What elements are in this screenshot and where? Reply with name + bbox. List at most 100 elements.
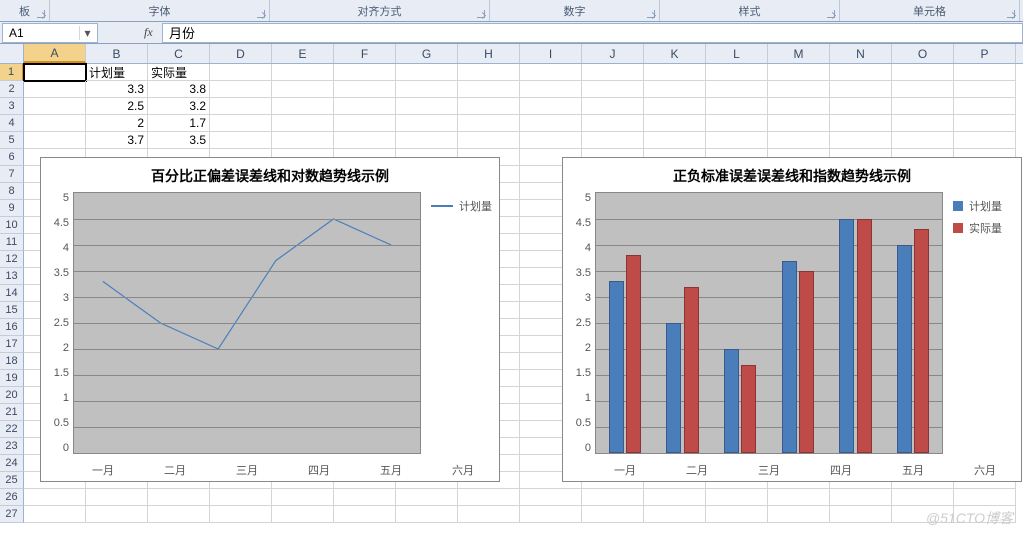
cell[interactable] <box>24 81 86 98</box>
cell[interactable] <box>272 506 334 523</box>
cell[interactable] <box>706 506 768 523</box>
cell[interactable] <box>272 81 334 98</box>
cell[interactable] <box>768 98 830 115</box>
dialog-launcher-icon[interactable] <box>37 10 45 18</box>
cell[interactable] <box>458 115 520 132</box>
column-header[interactable]: A <box>24 44 86 63</box>
cell[interactable] <box>892 489 954 506</box>
worksheet-grid[interactable]: 1计划量实际量23.33.832.53.2421.753.73.56789101… <box>0 64 1023 534</box>
cell[interactable] <box>458 506 520 523</box>
cell[interactable] <box>396 506 458 523</box>
cell[interactable] <box>644 489 706 506</box>
cell[interactable] <box>520 489 582 506</box>
row-header[interactable]: 7 <box>0 166 24 183</box>
row-header[interactable]: 26 <box>0 489 24 506</box>
cell[interactable] <box>24 98 86 115</box>
cell[interactable] <box>892 98 954 115</box>
row-header[interactable]: 18 <box>0 353 24 370</box>
row-header[interactable]: 3 <box>0 98 24 115</box>
cell[interactable] <box>210 81 272 98</box>
ribbon-group[interactable]: 数字 <box>490 0 660 21</box>
cell[interactable] <box>396 64 458 81</box>
cell[interactable] <box>520 64 582 81</box>
cell[interactable] <box>396 132 458 149</box>
cell[interactable] <box>768 132 830 149</box>
row-header[interactable]: 23 <box>0 438 24 455</box>
dialog-launcher-icon[interactable] <box>477 10 485 18</box>
cell[interactable] <box>582 81 644 98</box>
cell[interactable] <box>706 115 768 132</box>
row-header[interactable]: 14 <box>0 285 24 302</box>
cell[interactable]: 3.2 <box>148 98 210 115</box>
name-box-input[interactable] <box>3 26 79 40</box>
row-header[interactable]: 16 <box>0 319 24 336</box>
column-header[interactable]: L <box>706 44 768 63</box>
cell[interactable] <box>272 64 334 81</box>
cell[interactable] <box>272 489 334 506</box>
cell[interactable] <box>830 132 892 149</box>
cell[interactable] <box>334 489 396 506</box>
dialog-launcher-icon[interactable] <box>647 10 655 18</box>
column-header[interactable]: B <box>86 44 148 63</box>
column-header[interactable]: C <box>148 44 210 63</box>
cell[interactable]: 3.7 <box>86 132 148 149</box>
cell[interactable] <box>334 132 396 149</box>
dialog-launcher-icon[interactable] <box>1007 10 1015 18</box>
row-header[interactable]: 2 <box>0 81 24 98</box>
dialog-launcher-icon[interactable] <box>257 10 265 18</box>
row-header[interactable]: 17 <box>0 336 24 353</box>
row-header[interactable]: 24 <box>0 455 24 472</box>
cell[interactable] <box>830 81 892 98</box>
cell[interactable] <box>334 506 396 523</box>
cell[interactable] <box>706 81 768 98</box>
cell[interactable] <box>706 98 768 115</box>
column-header[interactable]: I <box>520 44 582 63</box>
cell[interactable] <box>210 506 272 523</box>
chart-bar[interactable]: 正负标准误差误差线和指数趋势线示例 54.543.532.521.510.50 … <box>562 157 1022 482</box>
cell[interactable] <box>892 115 954 132</box>
cell[interactable] <box>954 489 1016 506</box>
cell[interactable] <box>644 115 706 132</box>
row-header[interactable]: 11 <box>0 234 24 251</box>
row-header[interactable]: 15 <box>0 302 24 319</box>
cell[interactable] <box>830 506 892 523</box>
column-header[interactable]: G <box>396 44 458 63</box>
row-header[interactable]: 5 <box>0 132 24 149</box>
cell[interactable] <box>582 506 644 523</box>
row-header[interactable]: 9 <box>0 200 24 217</box>
cell[interactable] <box>706 64 768 81</box>
cell[interactable] <box>954 64 1016 81</box>
column-header[interactable]: H <box>458 44 520 63</box>
cell[interactable] <box>520 132 582 149</box>
column-header[interactable]: O <box>892 44 954 63</box>
cell[interactable] <box>520 506 582 523</box>
select-all-corner[interactable] <box>0 44 24 63</box>
cell[interactable]: 3.5 <box>148 132 210 149</box>
formula-input[interactable]: 月份 <box>162 23 1023 43</box>
cell[interactable] <box>954 98 1016 115</box>
cell[interactable] <box>644 64 706 81</box>
cell[interactable] <box>520 115 582 132</box>
cell[interactable] <box>706 489 768 506</box>
cell[interactable] <box>210 115 272 132</box>
cell[interactable] <box>458 489 520 506</box>
cell[interactable] <box>768 506 830 523</box>
cell[interactable] <box>768 81 830 98</box>
cell[interactable] <box>644 81 706 98</box>
ribbon-group[interactable]: 单元格 <box>840 0 1020 21</box>
cell[interactable]: 实际量 <box>148 64 210 81</box>
cell[interactable]: 计划量 <box>86 64 148 81</box>
cell[interactable] <box>210 489 272 506</box>
row-header[interactable]: 20 <box>0 387 24 404</box>
cell[interactable] <box>334 115 396 132</box>
cell[interactable] <box>520 98 582 115</box>
cell[interactable] <box>830 98 892 115</box>
ribbon-group[interactable]: 对齐方式 <box>270 0 490 21</box>
column-header[interactable]: D <box>210 44 272 63</box>
cell[interactable] <box>520 81 582 98</box>
column-header[interactable]: P <box>954 44 1016 63</box>
cell[interactable] <box>24 132 86 149</box>
column-header[interactable]: N <box>830 44 892 63</box>
cell[interactable] <box>892 64 954 81</box>
cell[interactable] <box>24 506 86 523</box>
